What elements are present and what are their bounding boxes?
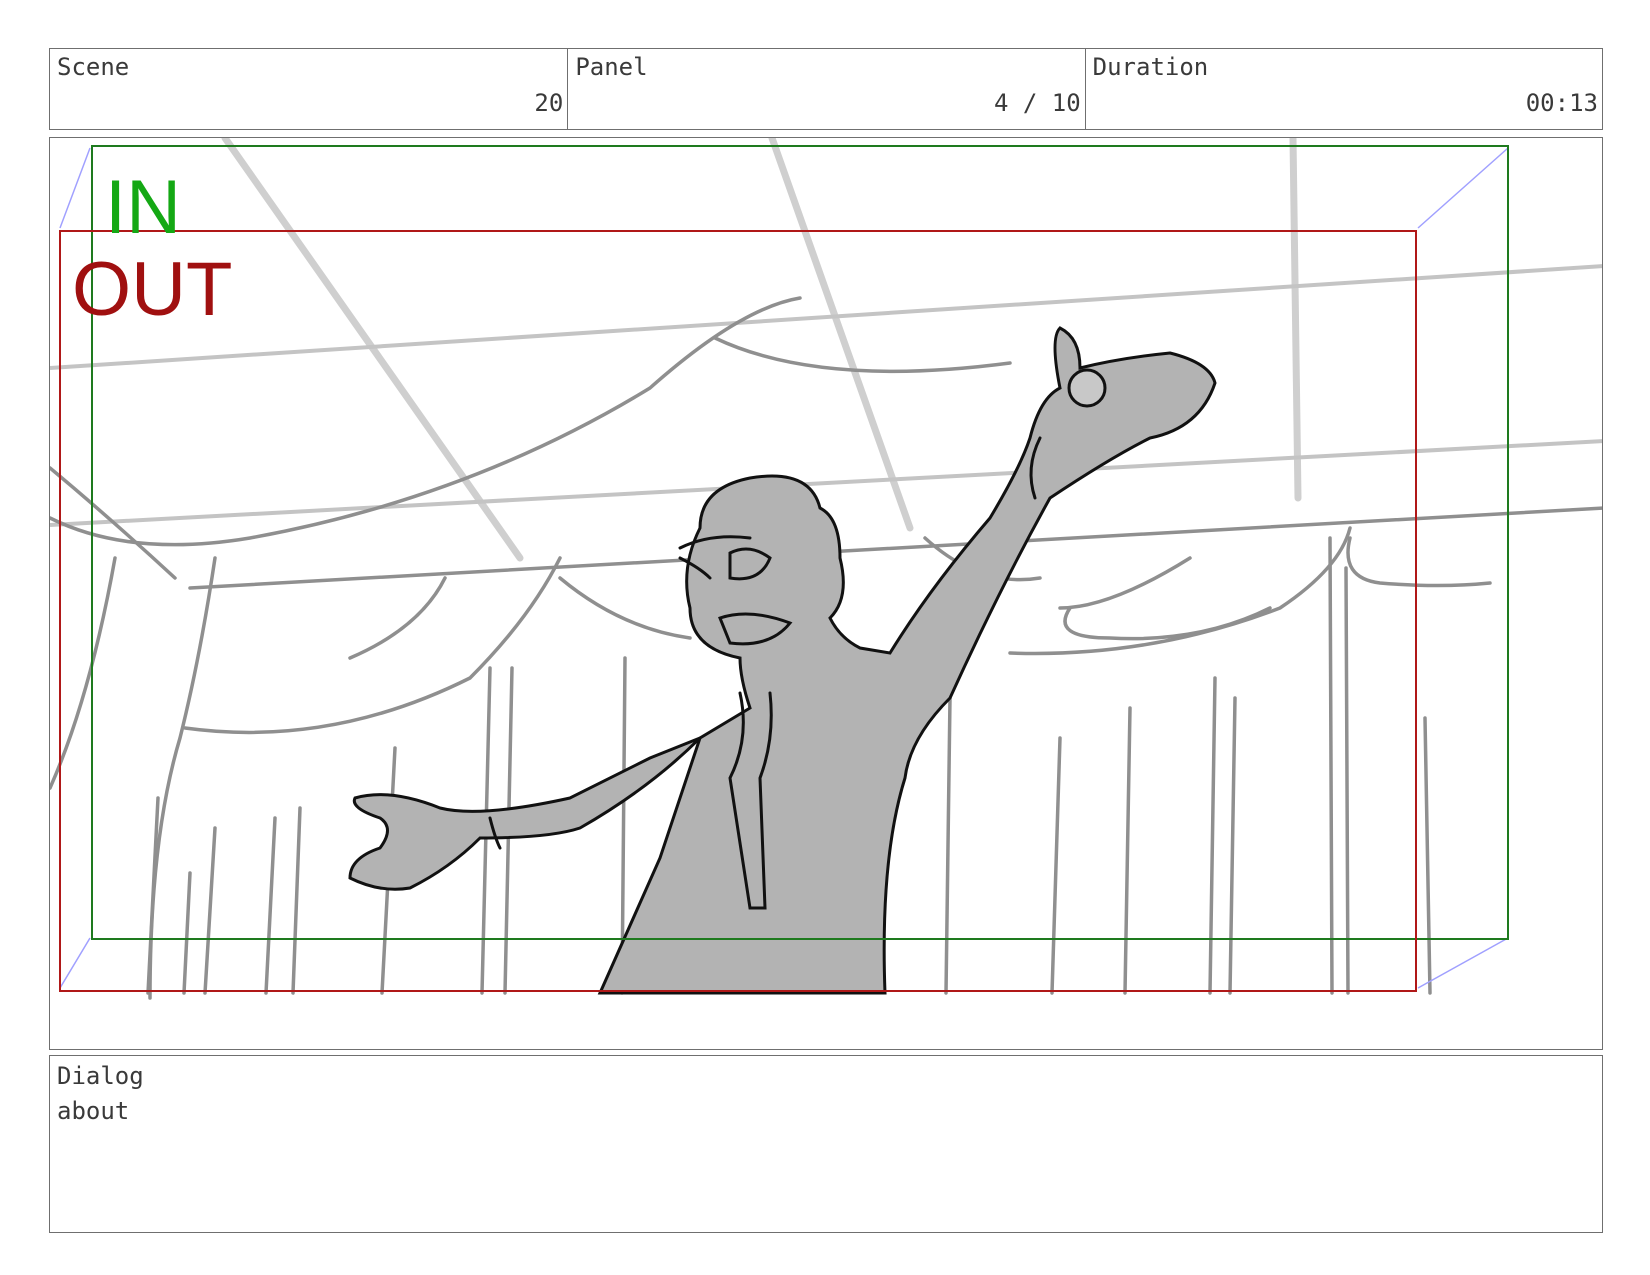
- scene-field: Scene 20: [50, 49, 569, 129]
- panel-field: Panel 4 / 10: [568, 49, 1086, 129]
- panel-value: 4 / 10: [993, 89, 1081, 117]
- duration-label: Duration: [1092, 53, 1209, 81]
- scene-value: 20: [534, 89, 564, 117]
- panel-label: Panel: [575, 53, 648, 81]
- dialog-box: Dialog about: [49, 1055, 1603, 1233]
- panel-info-header: Scene 20 Panel 4 / 10 Duration 00:13: [49, 48, 1603, 130]
- background-rails: [50, 264, 1602, 527]
- dialog-label: Dialog: [57, 1062, 144, 1090]
- dialog-text: about: [57, 1097, 130, 1125]
- in-frame-label: IN: [105, 165, 181, 250]
- storyboard-sketch: IN OUT: [50, 138, 1602, 1000]
- duration-value: 00:13: [1525, 89, 1598, 117]
- scene-label: Scene: [57, 53, 130, 81]
- storyboard-panel-frame: IN OUT: [49, 137, 1603, 1050]
- character-figure: [348, 326, 1217, 995]
- out-frame-label: OUT: [72, 247, 232, 332]
- duration-field: Duration 00:13: [1086, 49, 1602, 129]
